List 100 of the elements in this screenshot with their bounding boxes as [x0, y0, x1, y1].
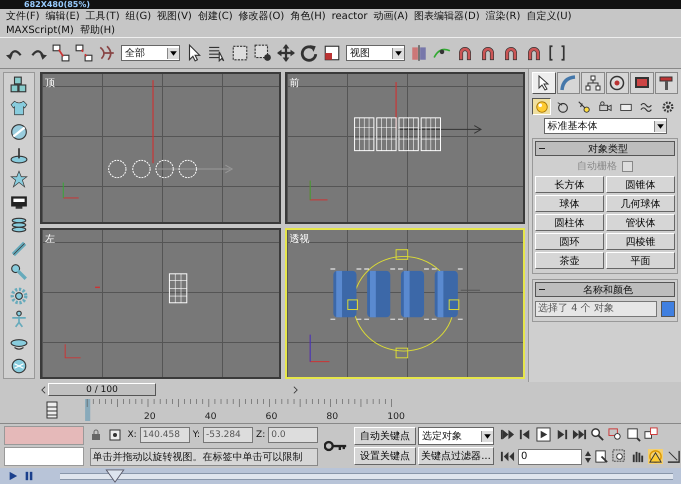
object-type-button[interactable]: 管状体	[606, 214, 675, 231]
scale-icon[interactable]	[323, 44, 341, 62]
menu-item[interactable]: 创建(C)	[198, 10, 233, 22]
viewport-label[interactable]: 顶	[45, 76, 55, 90]
bind-icon[interactable]	[98, 44, 116, 62]
maximize-icon[interactable]	[666, 449, 681, 464]
viewport[interactable]: 顶	[40, 72, 280, 224]
panel-tab[interactable]	[606, 72, 629, 94]
menu-item[interactable]: 渲染(R)	[486, 10, 520, 22]
menu-item[interactable]: reactor	[332, 10, 368, 22]
object-type-button[interactable]: 四棱锥	[606, 233, 675, 250]
frame-field[interactable]: 0	[518, 448, 582, 465]
bracket-icon[interactable]	[548, 44, 566, 62]
menu-item[interactable]: 编辑(E)	[46, 10, 80, 22]
link-icon[interactable]	[52, 44, 70, 62]
shirt-icon[interactable]	[10, 99, 28, 118]
viewport-label[interactable]: 前	[290, 76, 300, 90]
mirror-icon[interactable]	[410, 44, 428, 62]
auto-key-button[interactable]: 自动关键点	[354, 427, 416, 445]
time-indicator[interactable]	[85, 399, 90, 421]
subtype-dropdown[interactable]: 标准基本体	[544, 118, 666, 134]
spinner-icon[interactable]	[585, 450, 591, 464]
object-type-button[interactable]: 几何球体	[606, 195, 675, 212]
panel-tab[interactable]	[654, 72, 678, 94]
menu-item[interactable]: 视图(V)	[157, 10, 192, 22]
rollout-title: 名称和颜色	[582, 284, 634, 296]
figure-icon[interactable]	[10, 310, 28, 328]
zoom-all-icon[interactable]	[608, 427, 623, 442]
panel-tab[interactable]	[581, 72, 604, 94]
progress-thumb[interactable]	[105, 469, 126, 483]
globe-icon[interactable]	[10, 122, 28, 141]
pointer-icon	[536, 75, 552, 91]
zoom-extents-icon[interactable]	[626, 427, 641, 442]
time-config-icon[interactable]	[594, 449, 609, 464]
menu-item[interactable]: 帮助(H)	[80, 24, 116, 36]
play-icon[interactable]	[536, 427, 551, 442]
object-type-button[interactable]: 平面	[606, 252, 675, 269]
set-key-button[interactable]: 设置关键点	[354, 447, 416, 465]
orbit-icon[interactable]	[648, 449, 663, 464]
menu-item[interactable]: 自定义(U)	[526, 10, 572, 22]
object-type-button[interactable]: 长方体	[535, 176, 604, 193]
key-icon[interactable]	[324, 439, 348, 453]
category-button[interactable]	[532, 98, 552, 115]
viewport[interactable]: 透视	[284, 228, 525, 379]
key-filters-button[interactable]: 关键点过滤器...	[418, 447, 494, 465]
object-type-button[interactable]: 圆柱体	[535, 214, 604, 231]
list-icon[interactable]	[208, 44, 226, 62]
object-type-button[interactable]: 球体	[535, 195, 604, 212]
coordinate-field[interactable]: 0.0	[268, 426, 318, 442]
name-field[interactable]: 选择了 4 个 对象	[535, 301, 657, 317]
listener-box[interactable]	[4, 447, 84, 466]
magnet-icon[interactable]	[479, 44, 497, 62]
rotate-icon[interactable]	[300, 44, 318, 62]
menu-item[interactable]: 图表编辑器(D)	[414, 10, 480, 22]
color-swatch[interactable]	[661, 301, 675, 317]
absolute-mode-icon[interactable]	[108, 428, 120, 440]
coordinate-field[interactable]: 140.458	[140, 426, 190, 442]
region-zoom-icon[interactable]	[612, 449, 627, 464]
object-type-button[interactable]: 圆锥体	[606, 176, 675, 193]
autogrid-checkbox[interactable]	[622, 160, 633, 172]
move-icon[interactable]	[277, 44, 295, 62]
menu-item[interactable]: 动画(A)	[373, 10, 408, 22]
menu-item[interactable]: 角色(H)	[290, 10, 326, 22]
object-type-button[interactable]: 圆环	[535, 233, 604, 250]
viewport[interactable]: 左	[40, 228, 280, 379]
menu-item[interactable]: 文件(F)	[6, 10, 40, 22]
lamp-icon[interactable]	[10, 146, 28, 164]
play-icon[interactable]	[8, 471, 18, 481]
rectangle-selection-icon[interactable]	[231, 44, 249, 62]
stack-icon[interactable]	[10, 216, 28, 234]
rollout-header[interactable]: 对象类型	[535, 141, 675, 156]
coordinate-field[interactable]: -53.284	[203, 426, 254, 442]
key-mode-dropdown[interactable]: 选定对象	[418, 427, 494, 445]
object-type-button[interactable]: 茶壶	[535, 252, 604, 269]
track-bar-icon[interactable]	[44, 400, 60, 420]
lock-icon[interactable]	[90, 428, 102, 440]
coordinate-system-dropdown[interactable]: 视图	[346, 45, 405, 61]
star-icon[interactable]	[10, 170, 28, 188]
menu-item[interactable]: MAXScript(M)	[6, 24, 74, 36]
zoom-icon[interactable]	[590, 427, 605, 442]
viewport-label[interactable]: 左	[45, 232, 55, 246]
menu-item[interactable]: 工具(T)	[86, 10, 120, 22]
menu-item[interactable]: 修改器(O)	[238, 10, 284, 22]
selection-filter-dropdown[interactable]: 全部	[121, 45, 180, 61]
panel-tab[interactable]	[630, 72, 654, 94]
frame-counter[interactable]: 0 / 100	[48, 383, 156, 396]
gear-icon[interactable]	[10, 286, 28, 305]
tube-icon[interactable]	[10, 240, 28, 258]
magnet-icon[interactable]	[525, 44, 543, 62]
pause-icon[interactable]	[24, 471, 34, 481]
magnet-icon[interactable]	[502, 44, 520, 62]
cubes-icon[interactable]	[10, 76, 28, 94]
menu-item[interactable]: 组(G)	[126, 10, 152, 22]
rollout-header[interactable]: 名称和颜色	[535, 282, 675, 297]
magnet-icon[interactable]	[456, 44, 474, 62]
viewport-label[interactable]: 透视	[290, 232, 310, 246]
window-selection-icon[interactable]	[254, 44, 272, 62]
wrench-icon[interactable]	[10, 263, 28, 282]
viewport[interactable]: 前	[284, 72, 525, 224]
unlink-icon[interactable]	[75, 44, 93, 62]
